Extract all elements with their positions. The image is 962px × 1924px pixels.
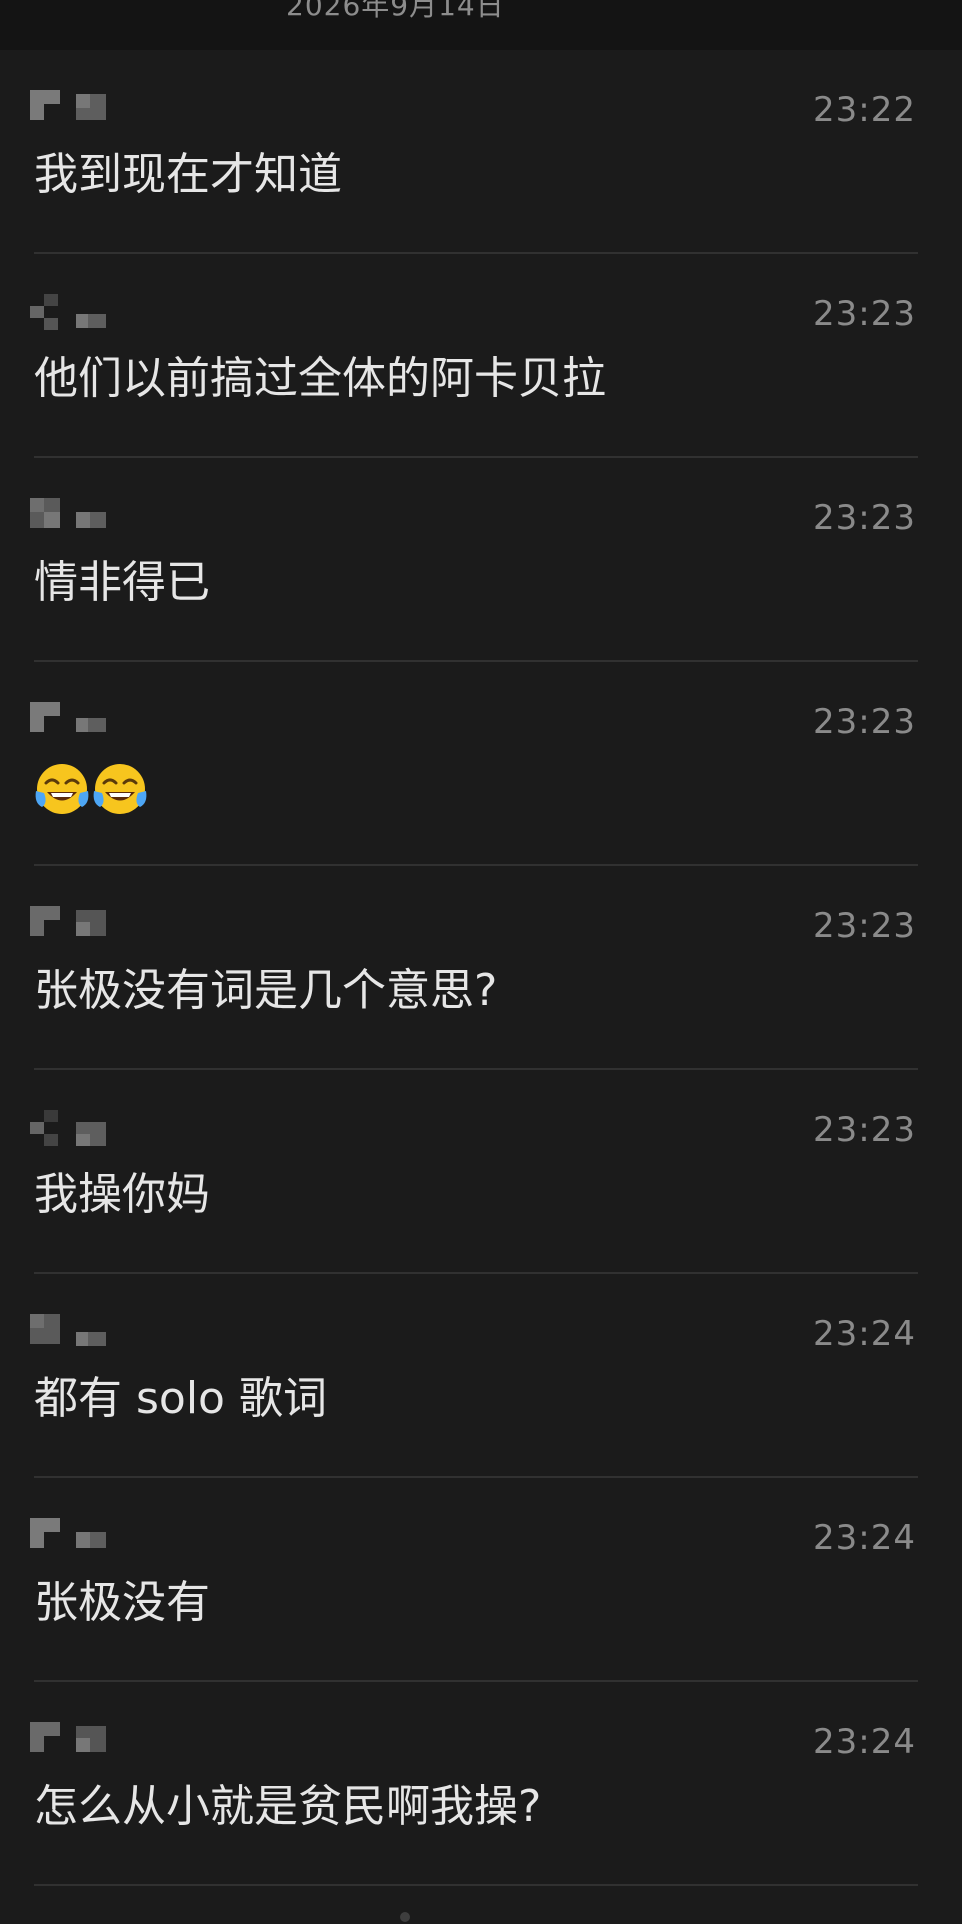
message-item[interactable]: 23:23 他们以前搞过全体的阿卡贝拉 (0, 254, 962, 458)
message-text: 我到现在才知道 (34, 149, 342, 200)
message-timestamp: 23:23 (813, 294, 916, 334)
divider (34, 1884, 918, 1886)
sender-pixelated-name (30, 702, 110, 734)
face-with-tears-of-joy-icon (35, 764, 89, 814)
sender-pixelated-name (30, 1518, 110, 1550)
message-item[interactable]: 23:24 张极没有 (0, 1478, 962, 1682)
message-item[interactable]: 23:23 我操你妈 (0, 1070, 962, 1274)
message-timestamp: 23:24 (813, 1314, 916, 1354)
message-timestamp: 23:23 (813, 1110, 916, 1150)
sender-pixelated-name (30, 90, 110, 122)
message-item[interactable]: 23:24 怎么从小就是贫民啊我操? (0, 1682, 962, 1886)
message-item[interactable]: 23:22 我到现在才知道 (0, 50, 962, 254)
message-text: 他们以前搞过全体的阿卡贝拉 (34, 353, 606, 404)
face-with-tears-of-joy-icon (93, 764, 147, 814)
sender-pixelated-name (30, 1722, 110, 1754)
message-timestamp: 23:23 (813, 702, 916, 742)
sender-pixelated-name (30, 1314, 110, 1346)
message-item[interactable]: 23:23 情非得已 (0, 458, 962, 662)
message-timestamp: 23:24 (813, 1518, 916, 1558)
message-text: 情非得已 (34, 557, 210, 608)
message-timestamp: 23:24 (813, 1722, 916, 1762)
message-item[interactable]: 23:23 张极没有词是几个意思? (0, 866, 962, 1070)
sender-pixelated-name (30, 498, 110, 530)
message-text: 都有 solo 歌词 (34, 1373, 327, 1424)
message-timestamp: 23:22 (813, 90, 916, 130)
message-text: 怎么从小就是贫民啊我操? (34, 1781, 542, 1832)
message-timestamp: 23:23 (813, 498, 916, 538)
message-list[interactable]: 23:22 我到现在才知道 23:23 他们以前搞过全体的阿卡贝拉 23:23 … (0, 50, 962, 1886)
sender-pixelated-name (30, 1110, 110, 1146)
chat-history-screen: 2026年9月14日 23:22 我到现在才知道 23:23 他们以前搞过全体的… (0, 0, 962, 1924)
message-item[interactable]: 23:24 都有 solo 歌词 (0, 1274, 962, 1478)
message-text: 张极没有 (34, 1577, 210, 1628)
message-text: 我操你妈 (34, 1169, 210, 1220)
date-header: 2026年9月14日 (0, 0, 962, 50)
message-item[interactable]: 23:23 (0, 662, 962, 866)
message-text: 张极没有词是几个意思? (34, 965, 498, 1016)
message-text (34, 760, 150, 817)
sender-pixelated-name (30, 906, 110, 938)
sender-pixelated-name (30, 294, 110, 330)
scroll-indicator (400, 1912, 410, 1922)
message-timestamp: 23:23 (813, 906, 916, 946)
date-label: 2026年9月14日 (286, 0, 505, 22)
